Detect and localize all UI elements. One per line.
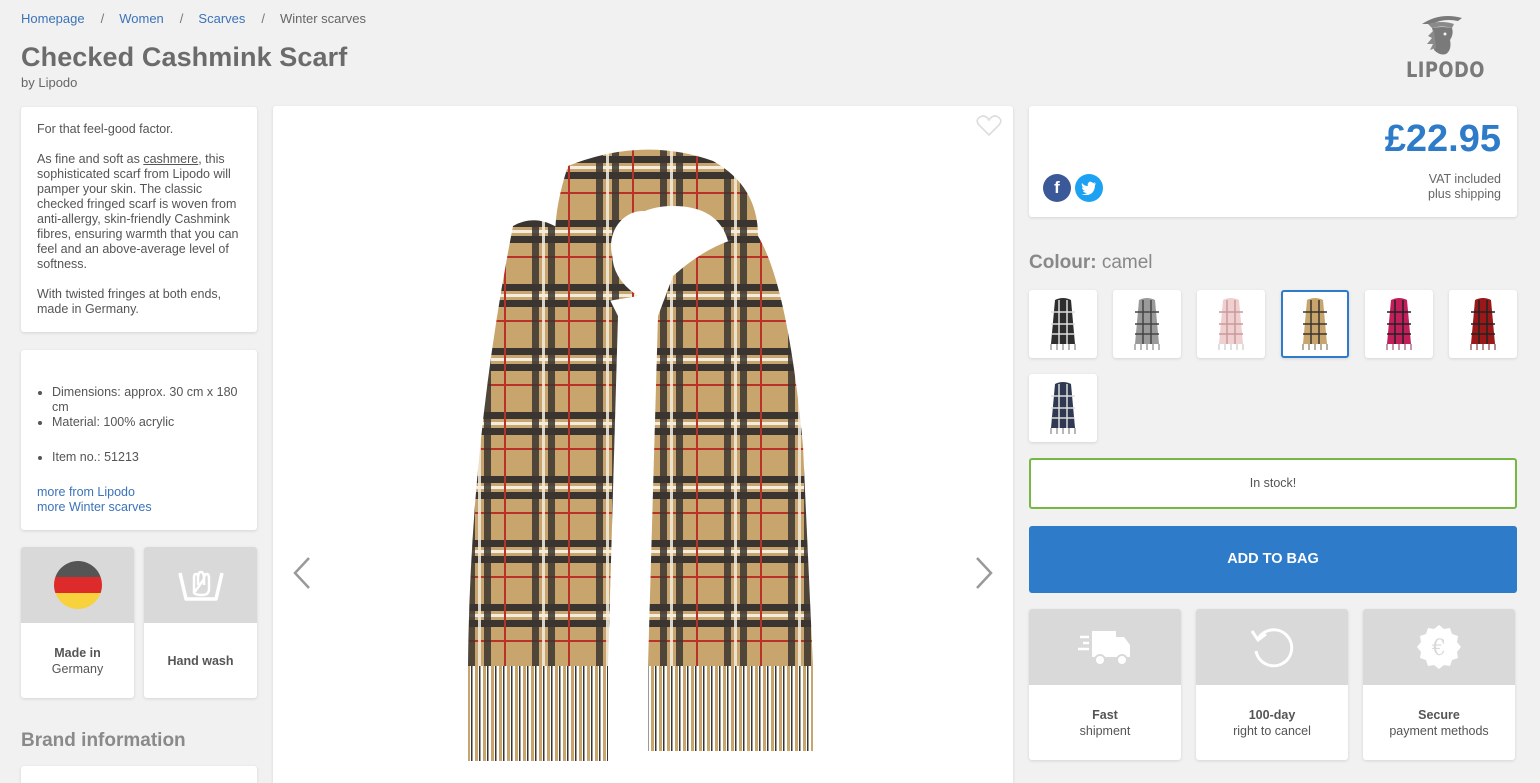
colour-label: Colour: camel — [1029, 252, 1153, 273]
secure-label: Secure — [1418, 708, 1460, 722]
hand-wash-tile: Hand wash — [144, 547, 257, 698]
vat-info: VAT included plus shipping — [1428, 172, 1501, 201]
fast-label: Fast — [1092, 708, 1118, 722]
germany-flag-icon — [53, 561, 102, 609]
swatch-fuchsia[interactable] — [1365, 290, 1433, 358]
return-arrow-icon — [1250, 628, 1294, 668]
secure-payment-tile: € Secure payment methods — [1363, 609, 1515, 760]
payment-methods-label: payment methods — [1389, 724, 1489, 738]
spec-material: Material: 100% acrylic — [52, 415, 241, 430]
swatch-navy[interactable] — [1029, 374, 1097, 442]
cancel-label: right to cancel — [1233, 724, 1311, 738]
product-byline: by Lipodo — [21, 75, 78, 90]
breadcrumb-separator: / — [179, 11, 184, 26]
more-category-link[interactable]: more Winter scarves — [37, 500, 241, 515]
hand-wash-label: Hand wash — [167, 654, 234, 668]
breadcrumb-homepage[interactable]: Homepage — [21, 11, 85, 26]
product-image[interactable] — [458, 146, 828, 776]
breadcrumb-current: Winter scarves — [280, 11, 366, 26]
specs-card: Dimensions: approx. 30 cm x 180 cm Mater… — [21, 350, 257, 530]
brand-information-card — [21, 766, 257, 783]
description-body: As fine and soft as cashmere, this sophi… — [37, 152, 239, 271]
breadcrumb: Homepage / Women / Scarves / Winter scar… — [21, 11, 366, 26]
swatch-grey[interactable] — [1113, 290, 1181, 358]
colour-value: camel — [1101, 252, 1153, 273]
more-from-brand-link[interactable]: more from Lipodo — [37, 485, 241, 500]
brand-logo[interactable]: LIPODO — [1400, 10, 1485, 85]
description-card: For that feel-good factor. As fine and s… — [21, 107, 257, 332]
twitter-icon[interactable] — [1075, 174, 1103, 202]
breadcrumb-separator: / — [100, 11, 105, 26]
stock-status: In stock! — [1029, 458, 1517, 509]
truck-icon — [1078, 631, 1130, 666]
description-fringes: With twisted fringes at both ends, made … — [37, 287, 222, 316]
shipment-label: shipment — [1079, 724, 1131, 738]
product-gallery — [273, 106, 1013, 783]
brand-information-heading: Brand information — [21, 730, 186, 751]
breadcrumb-separator: / — [261, 11, 266, 26]
svg-text:€: € — [1431, 636, 1446, 661]
gallery-prev-arrow-icon[interactable] — [291, 556, 313, 595]
swatch-black[interactable] — [1029, 290, 1097, 358]
price-card: £22.95 f VAT included plus shipping — [1029, 106, 1517, 217]
swatch-red[interactable] — [1449, 290, 1517, 358]
add-to-bag-button[interactable]: ADD TO BAG — [1029, 526, 1517, 593]
breadcrumb-women[interactable]: Women — [119, 11, 164, 26]
swatch-camel[interactable] — [1281, 290, 1349, 358]
breadcrumb-scarves[interactable]: Scarves — [198, 11, 245, 26]
made-in-label: Made in — [54, 646, 101, 660]
hand-wash-icon — [177, 570, 224, 601]
swatch-pink[interactable] — [1197, 290, 1265, 358]
social-share: f — [1043, 174, 1103, 202]
gallery-next-arrow-icon[interactable] — [973, 556, 995, 595]
wishlist-heart-icon[interactable] — [976, 115, 1002, 142]
fast-shipment-tile: Fast shipment — [1029, 609, 1181, 760]
right-to-cancel-tile: 100-day right to cancel — [1196, 609, 1348, 760]
spec-item-number: Item no.: 51213 — [52, 450, 241, 465]
logo-text: LIPODO — [1406, 58, 1485, 82]
cashmere-link[interactable]: cashmere — [143, 152, 198, 166]
made-in-germany-tile: Made in Germany — [21, 547, 134, 698]
price: £22.95 — [1384, 118, 1501, 160]
page-title: Checked Cashmink Scarf — [21, 42, 348, 72]
days-label: 100-day — [1248, 708, 1296, 722]
description-intro: For that feel-good factor. — [37, 122, 174, 136]
spec-dimensions: Dimensions: approx. 30 cm x 180 cm — [52, 385, 241, 415]
made-in-country: Germany — [51, 662, 104, 676]
euro-seal-icon: € — [1417, 625, 1461, 669]
facebook-icon[interactable]: f — [1043, 174, 1071, 202]
lion-logo-icon — [1422, 16, 1462, 55]
